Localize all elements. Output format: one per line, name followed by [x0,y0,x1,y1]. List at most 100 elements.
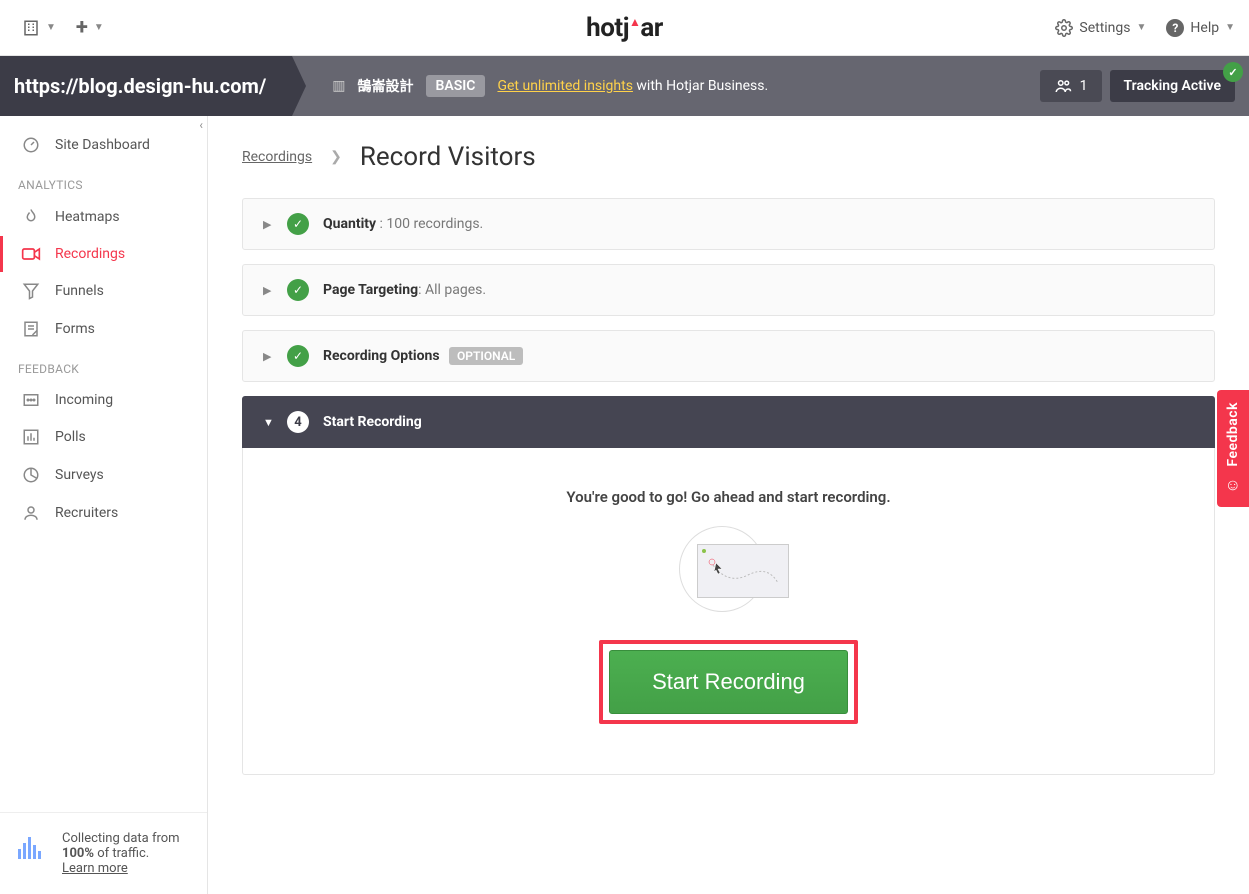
person-icon [21,504,41,522]
sidebar-item-label: Heatmaps [55,209,120,225]
help-icon: ? [1166,19,1184,37]
ready-text: You're good to go! Go ahead and start re… [263,488,1194,506]
footer-line1: Collecting data from [62,831,180,846]
panel-quantity: ▶ ✓ Quantity : 100 recordings. [242,198,1215,250]
sidebar-item-recruiters[interactable]: Recruiters [0,494,207,532]
users-count: 1 [1080,78,1088,94]
sidebar-item-polls[interactable]: Polls [0,418,207,456]
bar-chart-icon [21,428,41,446]
sidebar: ‹ Site Dashboard ANALYTICS Heatmaps Reco… [0,116,208,894]
start-button-highlight: Start Recording [599,640,858,724]
sidebar-item-label: Recruiters [55,505,118,521]
panel-value: : 100 recordings. [376,216,483,232]
sidebar-item-label: Incoming [55,392,113,408]
learn-more-link[interactable]: Learn more [62,861,180,876]
sidebar-item-label: Recordings [55,246,125,262]
org-name: 鵠崙設計 [358,76,414,96]
sidebar-section-analytics: ANALYTICS [0,164,207,198]
mini-chart-icon [18,831,48,859]
sidebar-section-feedback: FEEDBACK [0,348,207,382]
upgrade-suffix: with Hotjar Business. [633,78,768,94]
pie-chart-icon [21,466,41,484]
help-label: Help [1190,20,1219,36]
tracking-status[interactable]: Tracking Active ✓ [1110,70,1235,102]
site-url: https://blog.design-hu.com/ [14,74,266,98]
panel-value: : All pages. [418,282,486,298]
help-menu[interactable]: ? Help ▼ [1166,19,1235,37]
header-right: Settings ▼ ? Help ▼ [1055,19,1235,37]
chevron-down-icon: ▼ [263,416,273,429]
panel-targeting: ▶ ✓ Page Targeting: All pages. [242,264,1215,316]
sidebar-item-label: Polls [55,429,86,445]
sidebar-item-surveys[interactable]: Surveys [0,456,207,494]
sidebar-item-funnels[interactable]: Funnels [0,272,207,310]
recording-illustration [679,526,779,612]
logo[interactable]: hotj▲ar [586,13,663,43]
sidebar-item-dashboard[interactable]: Site Dashboard [0,126,207,164]
sidebar-item-incoming[interactable]: Incoming [0,382,207,418]
funnel-icon [21,282,41,300]
smiley-icon: ☺ [1225,475,1241,495]
sidebar-item-recordings[interactable]: Recordings [0,236,207,272]
page-title: Record Visitors [360,142,536,172]
optional-badge: OPTIONAL [449,347,523,365]
caret-down-icon: ▼ [94,22,104,33]
footer-text: Collecting data from 100% of traffic. Le… [62,831,180,876]
layout: ‹ Site Dashboard ANALYTICS Heatmaps Reco… [0,116,1249,894]
panel-start-header-wrap: ▼ 4 Start Recording [242,396,1215,448]
top-header: ▼ + ▼ hotj▲ar Settings ▼ ? Help ▼ [0,0,1249,56]
sidebar-item-label: Surveys [55,467,104,483]
users-count-box[interactable]: 1 [1040,70,1102,102]
sidebar-item-label: Funnels [55,283,104,299]
logo-text: hotj▲ar [586,13,663,43]
users-icon [1054,79,1072,93]
site-url-wrap: https://blog.design-hu.com/ [0,56,292,116]
site-bar: https://blog.design-hu.com/ ▥ 鵠崙設計 BASIC… [0,56,1249,116]
feedback-tab[interactable]: Feedback ☺ [1217,390,1249,507]
gear-icon [1055,19,1073,37]
caret-down-icon: ▼ [1225,22,1235,33]
panel-targeting-header[interactable]: ▶ ✓ Page Targeting: All pages. [243,265,1214,315]
start-recording-button[interactable]: Start Recording [609,650,848,714]
chevron-right-icon: ▶ [263,350,273,363]
header-left: ▼ + ▼ [14,11,112,45]
main-content: Recordings ❯ Record Visitors ▶ ✓ Quantit… [208,116,1249,894]
check-icon: ✓ [1223,62,1243,82]
sidebar-item-forms[interactable]: Forms [0,310,207,348]
sidebar-footer: Collecting data from 100% of traffic. Le… [0,812,207,894]
panel-quantity-header[interactable]: ▶ ✓ Quantity : 100 recordings. [243,199,1214,249]
feedback-label: Feedback [1225,402,1241,467]
gauge-icon [21,136,41,154]
panel-options-header[interactable]: ▶ ✓ Recording Options OPTIONAL [243,331,1214,381]
upgrade-text: Get unlimited insights with Hotjar Busin… [497,78,768,94]
flame-icon [21,208,41,226]
caret-down-icon: ▼ [46,22,56,33]
panel-title: Quantity [323,216,376,232]
cursor-path-icon [698,545,790,599]
camera-icon [21,247,41,261]
inbox-icon [21,392,41,408]
tracking-label: Tracking Active [1124,78,1221,94]
panel-start: ▼ 4 Start Recording You're good to go! G… [242,396,1215,775]
step-number: 4 [287,411,309,433]
add-menu[interactable]: + ▼ [68,11,112,45]
sidebar-item-heatmaps[interactable]: Heatmaps [0,198,207,236]
panel-title: Page Targeting [323,282,418,298]
plan-badge: BASIC [426,75,486,97]
sidebar-collapse-toggle[interactable]: ‹ [199,118,203,132]
check-icon: ✓ [287,345,309,367]
chevron-right-icon: ▶ [263,284,273,297]
footer-suffix: of traffic. [94,846,149,861]
panel-start-header[interactable]: ▼ 4 Start Recording [243,397,1214,447]
building-icon [22,19,40,37]
panel-start-body: You're good to go! Go ahead and start re… [242,448,1215,775]
check-icon: ✓ [287,213,309,235]
upgrade-link[interactable]: Get unlimited insights [497,78,632,94]
site-bar-info: ▥ 鵠崙設計 BASIC Get unlimited insights with… [292,56,1249,116]
settings-menu[interactable]: Settings ▼ [1055,19,1146,37]
panel-title: Start Recording [323,414,422,430]
settings-label: Settings [1079,20,1130,36]
breadcrumb: Recordings ❯ Record Visitors [242,142,1215,172]
breadcrumb-root[interactable]: Recordings [242,149,312,165]
org-switcher[interactable]: ▼ [14,13,64,43]
